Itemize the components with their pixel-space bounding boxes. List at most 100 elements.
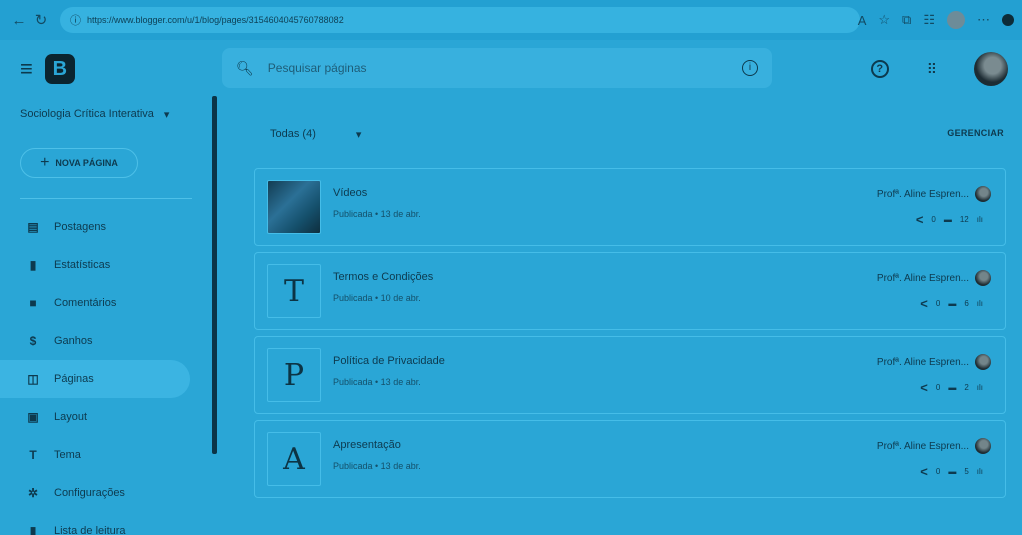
comment-count: 0 (931, 215, 936, 224)
sidebar-menu: ▤ Postagens ▮ Estatísticas ■ Comentários… (0, 208, 212, 535)
search-box[interactable]: 🔍︎ i (222, 48, 772, 88)
sidebar-item-label: Postagens (54, 221, 106, 233)
sidebar-item-theme[interactable]: T Tema (0, 436, 212, 474)
sidebar-item-label: Layout (54, 411, 88, 423)
views-icon: ılı (976, 467, 983, 476)
page-card[interactable]: Vídeos Publicada • 13 de abr. Profª. Ali… (254, 168, 1006, 246)
sidebar-item-label: Tema (54, 449, 81, 461)
author-name: Profª. Aline Espren... (876, 440, 969, 452)
sidebar-item-reading-list[interactable]: ▮ Lista de leitura (0, 512, 212, 535)
page-thumbnail: T (267, 264, 321, 318)
blog-selector[interactable]: Sociologia Crítica Interativa ▾ (20, 108, 169, 121)
app-bar: ≡ B 🔍︎ i ? ⠿ (0, 40, 1022, 98)
new-page-button[interactable]: + NOVA PÁGINA (20, 148, 138, 178)
page-title[interactable]: Termos e Condições (333, 271, 433, 283)
sidebar-scrollbar[interactable] (212, 96, 217, 454)
pages-icon: ◫ (27, 372, 39, 386)
chevron-down-icon: ▾ (355, 129, 362, 141)
copilot-icon[interactable] (1002, 14, 1014, 26)
help-icon[interactable]: ? (870, 60, 889, 78)
page-title[interactable]: Política de Privacidade (333, 355, 445, 367)
page-stats: < 0 ▬ 5 ılı (920, 464, 983, 479)
sidebar-item-label: Páginas (54, 373, 94, 385)
sidebar-item-pages[interactable]: ◫ Páginas (0, 360, 190, 398)
reload-icon[interactable]: ↻ (30, 11, 52, 29)
chevron-down-icon: ▾ (163, 109, 170, 121)
page-card[interactable]: T Termos e Condições Publicada • 10 de a… (254, 252, 1006, 330)
comment-count: 0 (935, 299, 941, 308)
posts-icon: ▤ (27, 220, 39, 234)
sidebar-item-earnings[interactable]: $ Ganhos (0, 322, 212, 360)
comment-icon: ▬ (948, 383, 957, 392)
page-list: Vídeos Publicada • 13 de abr. Profª. Ali… (254, 168, 1006, 504)
read-aloud-icon[interactable]: A (858, 13, 867, 28)
page-filter-dropdown[interactable]: Todas (4) ▾ (270, 128, 361, 141)
page-title[interactable]: Apresentação (333, 439, 401, 451)
favorites-bar-icon[interactable]: ☷ (923, 12, 935, 28)
comment-count: 0 (935, 383, 941, 392)
apps-grid-icon[interactable]: ⠿ (927, 61, 937, 78)
page-stats: < 0 ▬ 12 ılı (916, 212, 983, 227)
page-title[interactable]: Vídeos (333, 187, 367, 199)
back-icon[interactable]: ← (8, 12, 30, 29)
comment-icon: ▬ (948, 299, 957, 308)
page-card[interactable]: A Apresentação Publicada • 13 de abr. Pr… (254, 420, 1006, 498)
search-input[interactable] (267, 61, 728, 75)
share-icon[interactable]: < (920, 380, 928, 395)
favorite-icon[interactable]: ☆ (878, 12, 890, 28)
comment-count: 0 (935, 467, 941, 476)
sidebar: Sociologia Crítica Interativa ▾ + NOVA P… (0, 98, 212, 535)
page-stats: < 0 ▬ 2 ılı (920, 380, 983, 395)
page-thumbnail: P (267, 348, 321, 402)
extension-icon[interactable]: ⧉ (902, 12, 911, 28)
comments-icon: ■ (29, 296, 37, 310)
sidebar-item-settings[interactable]: ✲ Configurações (0, 474, 212, 512)
share-icon[interactable]: < (920, 296, 928, 311)
comment-icon: ▬ (948, 467, 957, 476)
page-author: Profª. Aline Espren... (877, 270, 991, 286)
sidebar-item-label: Configurações (54, 487, 125, 499)
theme-icon: T (29, 448, 37, 462)
page-thumbnail: A (267, 432, 321, 486)
browser-profile-icon[interactable] (947, 11, 965, 29)
sidebar-item-posts[interactable]: ▤ Postagens (0, 208, 212, 246)
search-icon[interactable]: 🔍︎ (236, 60, 254, 77)
view-count: 12 (959, 215, 969, 224)
site-info-icon[interactable]: ⓘ (70, 12, 81, 28)
views-icon: ılı (976, 299, 983, 308)
browser-toolbar: A ☆ ⧉ ☷ ⋯ (858, 0, 1014, 40)
sidebar-item-comments[interactable]: ■ Comentários (0, 284, 212, 322)
page-card[interactable]: P Política de Privacidade Publicada • 13… (254, 336, 1006, 414)
sidebar-item-stats[interactable]: ▮ Estatísticas (0, 246, 212, 284)
new-page-label: NOVA PÁGINA (55, 158, 118, 168)
more-icon[interactable]: ⋯ (977, 12, 990, 28)
divider (20, 198, 192, 199)
sidebar-item-label: Estatísticas (54, 259, 111, 271)
menu-icon[interactable]: ≡ (20, 56, 33, 82)
page-stats: < 0 ▬ 6 ılı (920, 296, 983, 311)
settings-icon: ✲ (27, 486, 39, 500)
account-avatar[interactable] (974, 52, 1008, 86)
sidebar-item-layout[interactable]: ▣ Layout (0, 398, 212, 436)
page-thumbnail (267, 180, 321, 234)
sidebar-item-label: Comentários (54, 297, 117, 309)
author-name: Profª. Aline Espren... (876, 188, 969, 200)
manage-button[interactable]: GERENCIAR (947, 128, 1004, 138)
page-status: Publicada • 13 de abr. (333, 461, 421, 471)
plus-icon: + (40, 154, 50, 171)
reading-list-icon: ▮ (29, 524, 37, 535)
views-icon: ılı (976, 383, 983, 392)
page-author: Profª. Aline Espren... (877, 186, 991, 202)
search-info-icon[interactable]: i (742, 60, 758, 76)
page-status: Publicada • 10 de abr. (333, 293, 421, 303)
page-author: Profª. Aline Espren... (877, 438, 991, 454)
share-icon[interactable]: < (920, 464, 928, 479)
page-author: Profª. Aline Espren... (877, 354, 991, 370)
author-avatar (975, 354, 991, 370)
author-avatar (975, 438, 991, 454)
author-name: Profª. Aline Espren... (876, 272, 969, 284)
url-text: https://www.blogger.com/u/1/blog/pages/3… (87, 15, 344, 25)
blogger-logo[interactable]: B (44, 54, 75, 84)
address-bar[interactable]: ⓘ https://www.blogger.com/u/1/blog/pages… (60, 7, 860, 33)
share-icon[interactable]: < (916, 212, 924, 227)
